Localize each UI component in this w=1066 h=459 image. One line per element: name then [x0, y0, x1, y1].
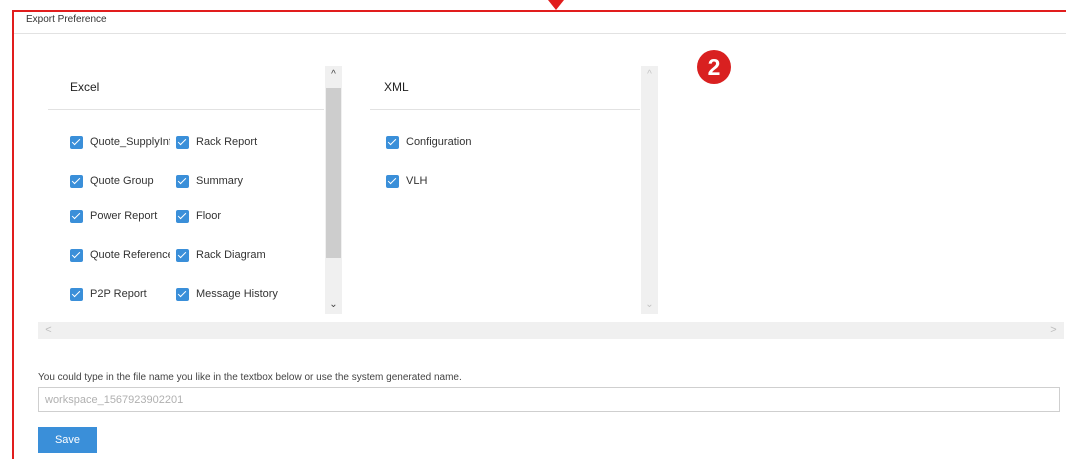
xml-panel: XML Configuration VLH [370, 66, 660, 314]
checkbox-quote-reference[interactable]: Quote Reference [70, 248, 170, 262]
checkbox-checked-icon[interactable] [70, 248, 83, 262]
checkbox-label: Power Report [90, 210, 158, 222]
checkbox-checked-icon[interactable] [176, 174, 189, 188]
checkbox-floor[interactable]: Floor [176, 209, 221, 223]
checkbox-label: Configuration [406, 136, 472, 148]
xml-heading: XML [370, 66, 640, 110]
checkbox-checked-icon[interactable] [386, 135, 399, 149]
filename-input[interactable] [38, 387, 1060, 412]
checkbox-checked-icon[interactable] [70, 174, 83, 188]
checkbox-label: Message History [196, 288, 278, 300]
excel-panel: Excel Quote_SupplyInfo Quote Group Power… [38, 66, 342, 314]
checkbox-label: Rack Report [196, 136, 258, 148]
checkbox-checked-icon[interactable] [70, 135, 83, 149]
checkbox-message-history[interactable]: Message History [176, 287, 278, 301]
save-button[interactable]: Save [38, 427, 97, 453]
checkbox-label: Summary [196, 175, 244, 187]
checkbox-power-report[interactable]: Power Report [70, 209, 170, 223]
checkbox-quote-supplyinfo[interactable]: Quote_SupplyInfo [70, 135, 170, 149]
checkbox-checked-icon[interactable] [386, 174, 399, 188]
scroll-right-icon[interactable]: > [1045, 322, 1062, 339]
checkbox-label: Quote Reference [90, 249, 170, 261]
scroll-left-icon[interactable]: < [40, 322, 57, 339]
checkbox-summary[interactable]: Summary [176, 174, 243, 188]
checkbox-label: P2P Report [90, 288, 147, 300]
checkbox-p2p-report[interactable]: P2P Report [70, 287, 170, 301]
checkbox-checked-icon[interactable] [176, 287, 189, 301]
checkbox-label: Floor [196, 210, 222, 222]
checkbox-label: Quote_SupplyInfo [90, 136, 170, 148]
scroll-up-icon[interactable]: ^ [641, 66, 658, 84]
checkbox-rack-report[interactable]: Rack Report [176, 135, 257, 149]
scroll-down-icon[interactable]: ⌄ [641, 296, 658, 314]
xml-vertical-scrollbar[interactable]: ^ ⌄ [641, 66, 658, 314]
checkbox-label: Rack Diagram [196, 249, 266, 261]
checkbox-label: Quote Group [90, 175, 154, 187]
step-badge: 2 [697, 50, 731, 84]
checkbox-checked-icon[interactable] [70, 209, 83, 223]
checkbox-checked-icon[interactable] [176, 135, 189, 149]
checkbox-checked-icon[interactable] [176, 209, 189, 223]
checkbox-quote-group[interactable]: Quote Group [70, 174, 170, 188]
dialog-title: Export Preference [26, 14, 107, 25]
checkbox-label: VLH [406, 175, 428, 187]
scroll-up-icon[interactable]: ^ [325, 66, 342, 84]
title-divider [14, 33, 1066, 34]
checkbox-checked-icon[interactable] [70, 287, 83, 301]
checkbox-vlh[interactable]: VLH [386, 174, 427, 188]
checkbox-configuration[interactable]: Configuration [386, 135, 471, 149]
scroll-thumb[interactable] [326, 88, 341, 258]
excel-heading: Excel [48, 66, 324, 110]
scroll-down-icon[interactable]: ⌄ [325, 296, 342, 314]
checkbox-checked-icon[interactable] [176, 248, 189, 262]
filename-instruction: You could type in the file name you like… [38, 372, 462, 383]
checkbox-rack-diagram[interactable]: Rack Diagram [176, 248, 266, 262]
excel-vertical-scrollbar[interactable]: ^ ⌄ [325, 66, 342, 314]
annotation-arrow-icon [548, 0, 564, 10]
horizontal-scrollbar[interactable]: < > [38, 322, 1064, 339]
